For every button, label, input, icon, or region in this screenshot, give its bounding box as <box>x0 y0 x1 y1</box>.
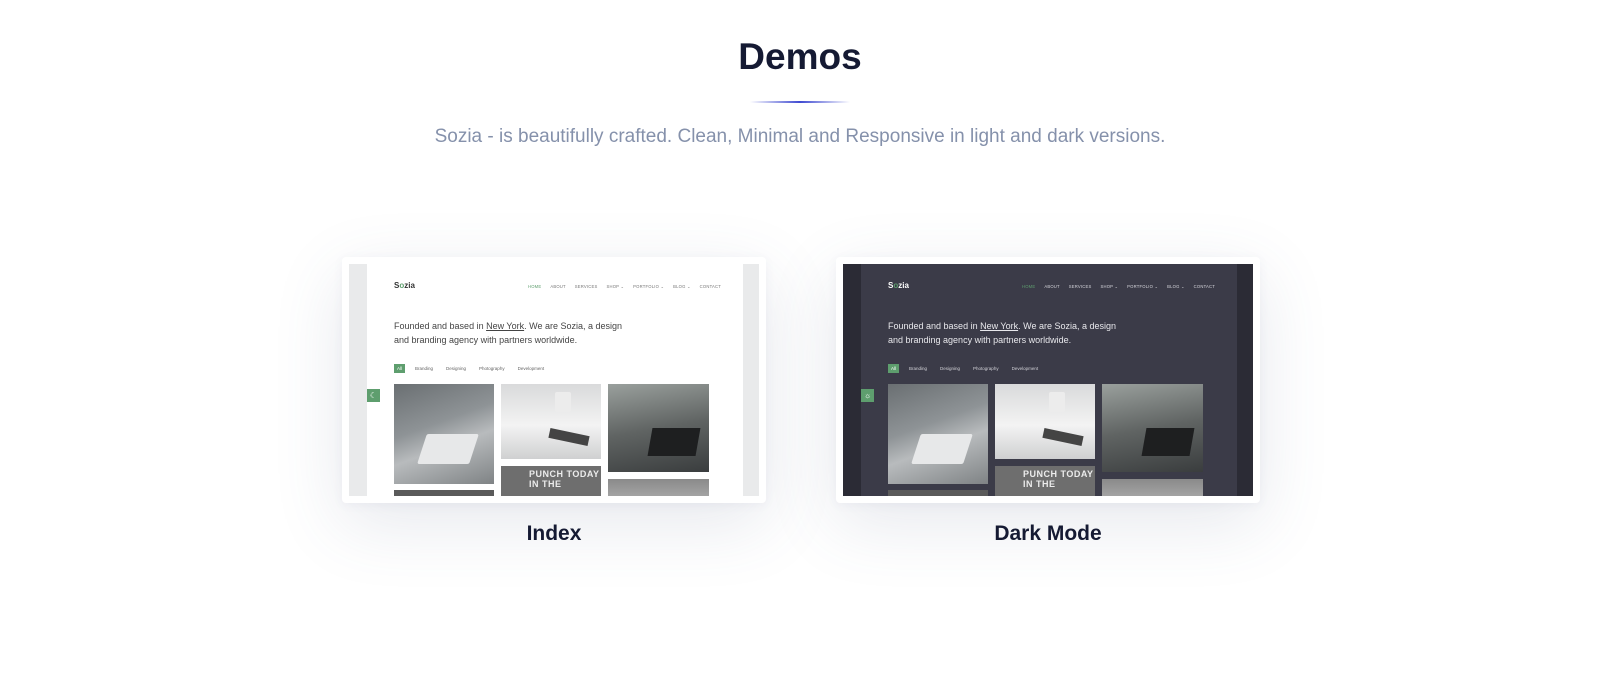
preview-logo: Sozia <box>888 281 909 290</box>
moon-icon: ☾ <box>367 389 380 402</box>
demo-card-index[interactable]: Sozia HOME ABOUT SERVICES SHOP ⌄ PORTFOL… <box>342 257 766 503</box>
preview-nav-item: BLOG ⌄ <box>1167 284 1185 289</box>
preview-thumb-poster: PUNCH TODAY IN THE <box>995 466 1095 496</box>
preview-nav-item: ABOUT <box>1044 284 1060 289</box>
preview-nav-item: PORTFOLIO ⌄ <box>633 284 665 289</box>
preview-thumb-extra <box>1102 479 1203 496</box>
preview-site: Sozia HOME ABOUT SERVICES SHOP ⌄ PORTFOL… <box>367 264 743 496</box>
title-underline <box>750 101 850 103</box>
preview-thumb-extra <box>394 490 494 496</box>
preview-filter: Development <box>1011 366 1039 371</box>
preview-logo: Sozia <box>394 281 415 290</box>
preview-nav: HOME ABOUT SERVICES SHOP ⌄ PORTFOLIO ⌄ B… <box>528 284 721 289</box>
preview-filter: Photography <box>479 366 505 371</box>
preview-thumb-laptop <box>888 384 988 484</box>
demo-screenshot-index: Sozia HOME ABOUT SERVICES SHOP ⌄ PORTFOL… <box>349 264 759 496</box>
preview-thumb-extra <box>888 490 988 496</box>
preview-site: Sozia HOME ABOUT SERVICES SHOP ⌄ PORTFOL… <box>861 264 1237 496</box>
preview-nav-item: CONTACT <box>1193 284 1215 289</box>
preview-filter: Photography <box>973 366 999 371</box>
preview-thumb-workspace <box>608 384 709 472</box>
preview-nav-item: SHOP ⌄ <box>1100 284 1119 289</box>
preview-nav-item: SERVICES <box>574 284 598 289</box>
preview-nav-item: HOME <box>527 284 542 289</box>
preview-intro-text: Founded and based in New York. We are So… <box>394 321 622 345</box>
demo-label-index[interactable]: Index <box>342 522 766 546</box>
preview-thumb-laptop <box>394 384 494 484</box>
preview-filter: Designing <box>940 366 961 371</box>
preview-nav-item: ABOUT <box>550 284 566 289</box>
preview-filter: Designing <box>446 366 467 371</box>
demo-label-dark-mode[interactable]: Dark Mode <box>836 522 1260 546</box>
preview-filter: All <box>888 364 900 373</box>
preview-nav-item: SHOP ⌄ <box>606 284 625 289</box>
preview-filter: Branding <box>415 366 434 371</box>
preview-nav-item: BLOG ⌄ <box>673 284 691 289</box>
preview-thumb-workspace <box>1102 384 1203 472</box>
sun-icon: ☼ <box>861 389 874 402</box>
preview-nav: HOME ABOUT SERVICES SHOP ⌄ PORTFOLIO ⌄ B… <box>1022 284 1215 289</box>
preview-filter: Branding <box>909 366 928 371</box>
preview-filter: Development <box>517 366 545 371</box>
preview-thumb-desk <box>501 384 601 459</box>
preview-nav-item: SERVICES <box>1068 284 1092 289</box>
preview-intro-text: Founded and based in New York. We are So… <box>888 321 1116 345</box>
section-subtitle: Sozia - is beautifully crafted. Clean, M… <box>434 126 1166 147</box>
preview-filter: All <box>394 364 406 373</box>
preview-nav-item: CONTACT <box>699 284 721 289</box>
preview-nav-item: HOME <box>1021 284 1036 289</box>
demo-screenshot-dark-mode: Sozia HOME ABOUT SERVICES SHOP ⌄ PORTFOL… <box>843 264 1253 496</box>
preview-thumb-poster: PUNCH TODAY IN THE <box>501 466 601 496</box>
section-title: Demos <box>738 36 862 77</box>
preview-filters: All Branding Designing Photography Devel… <box>888 364 1041 373</box>
preview-thumb-desk <box>995 384 1095 459</box>
preview-thumb-extra <box>608 479 709 496</box>
demo-card-dark-mode[interactable]: Sozia HOME ABOUT SERVICES SHOP ⌄ PORTFOL… <box>836 257 1260 503</box>
preview-filters: All Branding Designing Photography Devel… <box>394 364 547 373</box>
preview-nav-item: PORTFOLIO ⌄ <box>1127 284 1159 289</box>
